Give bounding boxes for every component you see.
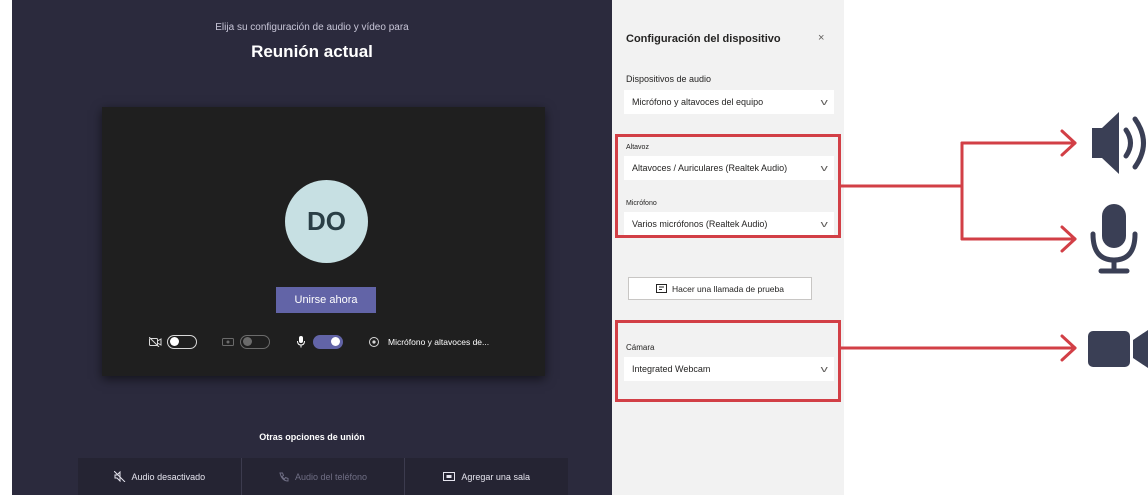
speaker-icon: [1092, 112, 1146, 174]
camera-arrow: [839, 334, 1077, 362]
camera-icon: [1088, 330, 1148, 368]
microphone-icon: [1090, 204, 1138, 274]
audio-bracket-arrows: [839, 129, 1077, 253]
annotation-callouts: [839, 112, 1148, 368]
